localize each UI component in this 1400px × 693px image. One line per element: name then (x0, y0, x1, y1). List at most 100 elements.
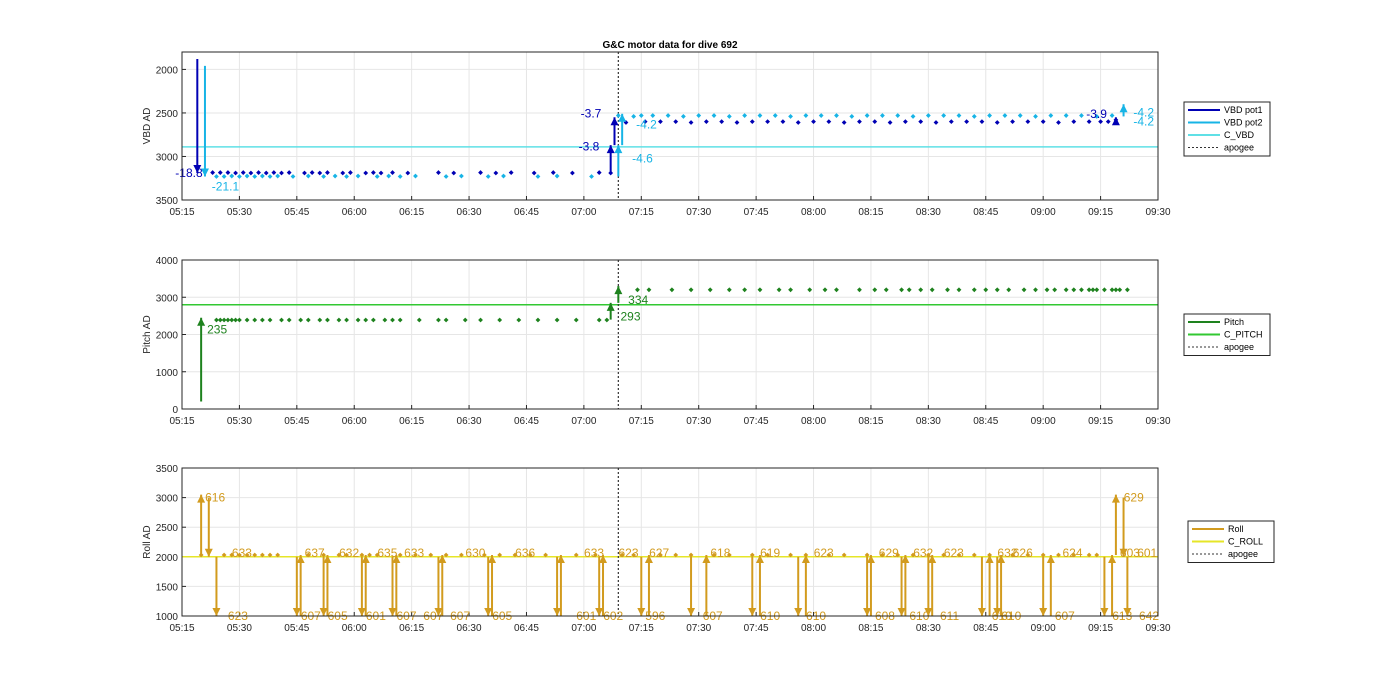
x-tick-label: 08:30 (916, 416, 941, 427)
x-tick-label: 07:00 (571, 623, 596, 634)
x-tick-label: 05:45 (284, 416, 309, 427)
annotation-label: 626 (1013, 546, 1033, 560)
legend-label: apogee (1224, 143, 1254, 153)
annotation-label: 623 (619, 546, 639, 560)
x-tick-label: 05:30 (227, 623, 252, 634)
x-tick-label: 08:45 (973, 207, 998, 218)
x-tick-label: 06:00 (342, 207, 367, 218)
y-axis-label: VBD AD (142, 108, 153, 145)
x-tick-label: 07:00 (571, 207, 596, 218)
annotation-label: 636 (515, 546, 535, 560)
annotation-label: 618 (710, 546, 730, 560)
annotation-label: 623 (944, 546, 964, 560)
x-tick-label: 08:45 (973, 416, 998, 427)
legend-label: VBD pot2 (1224, 118, 1263, 128)
annotation-label: -3.8 (579, 140, 600, 154)
legend-label: C_PITCH (1224, 330, 1263, 340)
x-tick-label: 08:00 (801, 623, 826, 634)
annotation-label: 623 (814, 546, 834, 560)
legend-label: Roll (1228, 524, 1244, 534)
x-tick-label: 06:45 (514, 416, 539, 427)
x-tick-label: 06:00 (342, 416, 367, 427)
y-tick-label: 3500 (156, 464, 179, 475)
y-tick-label: 4000 (156, 256, 179, 267)
annotation-label: -21.1 (212, 179, 240, 193)
annotation-label: 637 (305, 546, 325, 560)
x-tick-label: 05:30 (227, 207, 252, 218)
annotation-label: -4.2 (1133, 115, 1154, 129)
x-tick-label: 07:15 (629, 416, 654, 427)
x-tick-label: 07:15 (629, 623, 654, 634)
x-tick-label: 08:30 (916, 623, 941, 634)
y-axis-label: Pitch AD (142, 315, 153, 353)
x-tick-label: 09:15 (1088, 623, 1113, 634)
figure-title: G&C motor data for dive 692 (602, 40, 737, 51)
y-tick-label: 1500 (156, 582, 179, 593)
roll-panel: 05:15 05:30 05:45 06:00 06:15 06:30 06:45 07:00… (142, 464, 1275, 634)
annotation-label: 633 (232, 546, 252, 560)
x-tick-label: 08:15 (858, 623, 883, 634)
annotation-label: 334 (628, 293, 648, 307)
x-tick-label: 06:15 (399, 416, 424, 427)
legend-label: VBD pot1 (1224, 105, 1263, 115)
x-tick-label: 07:00 (571, 416, 596, 427)
x-tick-label: 08:30 (916, 207, 941, 218)
y-tick-label: 2000 (156, 331, 179, 342)
x-tick-label: 07:45 (744, 207, 769, 218)
x-tick-label: 07:30 (686, 416, 711, 427)
x-tick-label: 06:45 (514, 623, 539, 634)
annotation-label: 616 (205, 491, 225, 505)
x-tick-label: 07:15 (629, 207, 654, 218)
annotation-label: 624 (1062, 546, 1082, 560)
legend-label: Pitch (1224, 317, 1244, 327)
x-tick-label: 06:30 (457, 207, 482, 218)
annotation-label: -3.7 (581, 107, 602, 121)
x-tick-label: 07:30 (686, 207, 711, 218)
x-tick-label: 06:45 (514, 207, 539, 218)
x-tick-label: 06:30 (457, 623, 482, 634)
y-tick-label: 3000 (156, 494, 179, 505)
x-tick-label: 09:30 (1145, 207, 1170, 218)
annotation-label: 632 (913, 546, 933, 560)
y-tick-label: 1000 (156, 612, 179, 623)
x-tick-label: 08:45 (973, 623, 998, 634)
annotation-label: 627 (649, 546, 669, 560)
legend: VBD pot1 VBD pot2 C_VBDapogee (1183, 101, 1271, 157)
annotation-label: 601 (1137, 546, 1157, 560)
y-tick-label: 3000 (156, 293, 179, 304)
annotation-label: 633 (404, 546, 424, 560)
legend: Roll C_ROLLapogee (1187, 520, 1275, 563)
legend: Pitch C_PITCHapogee (1183, 313, 1271, 356)
annotation-label: 629 (1124, 491, 1144, 505)
annotation-label: -4.6 (632, 151, 653, 165)
annotation-label: -3.9 (1086, 107, 1107, 121)
x-tick-label: 09:30 (1145, 623, 1170, 634)
annotation-label: 630 (465, 546, 485, 560)
x-tick-label: 07:45 (744, 416, 769, 427)
x-tick-label: 05:45 (284, 623, 309, 634)
y-tick-label: 1000 (156, 368, 179, 379)
x-tick-label: 06:15 (399, 207, 424, 218)
x-tick-label: 08:00 (801, 416, 826, 427)
legend-label: apogee (1228, 549, 1258, 559)
annotation-label: 603 (1120, 546, 1140, 560)
x-tick-label: 09:00 (1031, 207, 1056, 218)
plot-area (182, 52, 1158, 200)
annotation-label: 293 (621, 310, 641, 324)
y-tick-label: 2000 (156, 553, 179, 564)
x-tick-label: 09:00 (1031, 623, 1056, 634)
y-tick-label: 3500 (156, 196, 179, 207)
annotation-label: 633 (584, 546, 604, 560)
y-tick-label: 0 (172, 405, 178, 416)
annotation-label: -18.8 (175, 166, 203, 180)
legend-label: C_ROLL (1228, 537, 1263, 547)
x-tick-label: 05:15 (169, 207, 194, 218)
y-tick-label: 3000 (156, 152, 179, 163)
x-tick-label: 09:15 (1088, 207, 1113, 218)
x-tick-label: 05:45 (284, 207, 309, 218)
vbd-panel: 05:15 05:30 05:45 06:00 06:15 06:30 06:45 07:00… (142, 51, 1271, 218)
legend-label: apogee (1224, 342, 1254, 352)
pitch-panel: 05:15 05:30 05:45 06:00 06:15 06:30 06:45 07:00… (142, 256, 1271, 427)
x-tick-label: 06:30 (457, 416, 482, 427)
y-tick-label: 2500 (156, 109, 179, 120)
